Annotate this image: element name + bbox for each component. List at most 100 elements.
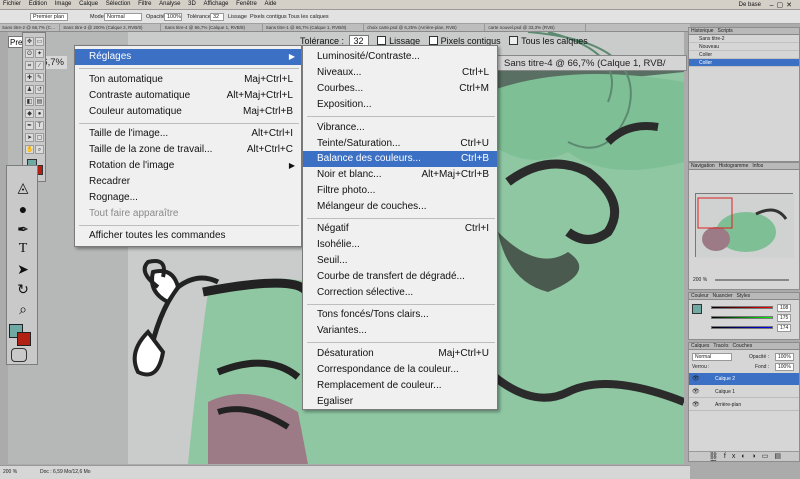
menu-item-exposition[interactable]: Exposition... [303, 97, 497, 113]
tab-carte-nouvel[interactable]: carte nouvel.psd @ 33,3% (RVB) [486, 24, 587, 31]
eraser-tool-icon[interactable]: ◧ [25, 97, 34, 106]
layer-row-arriere-plan[interactable]: Arrière-plan [689, 399, 799, 411]
eye-icon[interactable]: 👁 [692, 375, 700, 382]
menu-item-remplacement[interactable]: Remplacement de couleur... [303, 378, 497, 394]
layer-row-calque-2[interactable]: Calque 2 [689, 373, 799, 385]
tolerance-input[interactable]: 32 [210, 13, 224, 21]
lissage-checkbox[interactable]: Lissage [228, 14, 247, 20]
burn-tool-icon[interactable]: ● [12, 200, 34, 218]
menu-item-recadrer[interactable]: Recadrer [75, 174, 301, 190]
history-brush-icon[interactable]: ↺ [35, 85, 44, 94]
history-item-current[interactable]: Coller [689, 59, 799, 67]
hand-tool-icon[interactable]: ✋ [25, 145, 34, 154]
menu-item-vibrance[interactable]: Vibrance... [303, 120, 497, 136]
blur-tool-icon[interactable]: ◆ [25, 109, 34, 118]
dodge-tool-icon[interactable]: ● [35, 109, 44, 118]
navigator-zoom-value[interactable]: 200 % [693, 277, 707, 283]
menu-selection[interactable]: Sélection [103, 0, 134, 7]
paint-bucket-icon[interactable]: ◬ [12, 178, 34, 196]
shape-tool-icon[interactable]: ▢ [35, 133, 44, 142]
menu-item-taille-image[interactable]: Taille de l'image... Alt+Ctrl+I [75, 126, 301, 142]
crop-tool-icon[interactable]: ⌗ [25, 61, 34, 70]
zoom-tool-icon[interactable]: ⌕ [35, 145, 44, 154]
wand-tool-icon[interactable]: ✦ [35, 49, 44, 58]
3d-rotate-icon[interactable]: ↻ [12, 280, 34, 298]
history-item[interactable]: Sans titre-2 [689, 35, 799, 43]
tab-calques[interactable]: Calques [691, 343, 709, 349]
menu-aide[interactable]: Aide [261, 0, 279, 7]
red-slider[interactable] [711, 306, 773, 309]
fill-source-select[interactable]: Premier plan [30, 13, 68, 21]
menu-item-contraste-auto[interactable]: Contraste automatique Alt+Maj+Ctrl+L [75, 88, 301, 104]
blue-value[interactable]: 174 [777, 324, 792, 332]
menu-item-courbes[interactable]: Courbes... Ctrl+M [303, 81, 497, 97]
menu-item-egaliser[interactable]: Egaliser [303, 394, 497, 410]
type-tool-icon[interactable]: T [35, 121, 44, 130]
tab-couches[interactable]: Couches [732, 343, 752, 349]
menu-item-tons-fonces[interactable]: Tons foncés/Tons clairs... [303, 307, 497, 323]
workspace-label[interactable]: De base [736, 1, 764, 8]
menu-item-balance-couleurs[interactable]: Balance des couleurs... Ctrl+B [303, 151, 497, 167]
zoom-tool-icon-big[interactable]: ⌕ [12, 300, 34, 318]
tab-scripts[interactable]: Scripts [718, 28, 733, 34]
fill-input[interactable]: 100% [775, 363, 794, 371]
blue-slider[interactable] [711, 326, 773, 329]
tab-doc-2[interactable]: Sans titre-2 @ 66,7% (Calque... [0, 24, 60, 31]
red-value[interactable]: 108 [777, 304, 792, 312]
menu-analyse[interactable]: Analyse [156, 0, 183, 7]
tab-styles[interactable]: Styles [737, 293, 751, 299]
tab-doc-1[interactable]: Sans titre-1 @ 66,7% (Calque 1, RVB/8) [264, 24, 364, 31]
eyedropper-tool-icon[interactable]: ∕ [35, 61, 44, 70]
tous-calques-check-icon[interactable] [509, 36, 519, 45]
menu-edition[interactable]: Edition [26, 0, 50, 7]
menu-item-seuil[interactable]: Seuil... [303, 253, 497, 269]
quick-mask-icon[interactable] [11, 348, 27, 362]
menu-filtre[interactable]: Filtre [135, 0, 154, 7]
contigus-check-icon[interactable] [428, 36, 438, 45]
stamp-tool-icon[interactable]: ♟ [25, 85, 34, 94]
tab-historique[interactable]: Historique [691, 28, 714, 34]
move-tool-icon[interactable]: ✥ [25, 37, 34, 46]
menu-image[interactable]: Image [52, 0, 75, 7]
tous-calques-checkbox[interactable]: Tous les calques [288, 14, 329, 20]
path-selection-icon-big[interactable]: ➤ [12, 260, 34, 278]
menu-item-reglages[interactable]: Réglages ▶ [75, 49, 301, 65]
menu-affichage[interactable]: Affichage [201, 0, 232, 7]
pen-tool-icon[interactable]: ✒ [25, 121, 34, 130]
tab-doc-3[interactable]: Sans titre-3 @ 200% (Calque 2, RVB/8) [61, 24, 162, 31]
layer-opacity-input[interactable]: 100% [775, 353, 794, 361]
menu-fenetre[interactable]: Fenêtre [233, 0, 260, 7]
tab-histogramme[interactable]: Histogramme [719, 163, 749, 169]
eye-icon[interactable]: 👁 [692, 388, 700, 395]
menu-item-ton-auto[interactable]: Ton automatique Maj+Ctrl+L [75, 72, 301, 88]
menu-item-melangeur[interactable]: Mélangeur de couches... [303, 199, 497, 215]
menu-item-rognage[interactable]: Rognage... [75, 190, 301, 206]
lasso-tool-icon[interactable]: ʘ [25, 49, 34, 58]
menu-item-variantes[interactable]: Variantes... [303, 323, 497, 339]
type-tool-icon-big[interactable]: T [12, 240, 34, 258]
document-tab-zoomed[interactable]: Sans titre-4 @ 66,7% (Calque 1, RVB/ [497, 55, 687, 71]
menu-item-afficher-commandes[interactable]: Afficher toutes les commandes [75, 228, 301, 244]
menu-3d[interactable]: 3D [185, 0, 199, 7]
menu-calque[interactable]: Calque [76, 0, 101, 7]
tab-choix-carte[interactable]: choix carte.psd @ 6,25% (Arrière-plan, R… [365, 24, 486, 31]
history-item[interactable]: Coller [689, 51, 799, 59]
menu-item-isohelie[interactable]: Isohélie... [303, 237, 497, 253]
menu-item-filtre-photo[interactable]: Filtre photo... [303, 183, 497, 199]
mode-select[interactable]: Normal [104, 13, 142, 21]
gradient-tool-icon[interactable]: ▤ [35, 97, 44, 106]
layer-actions-bar[interactable]: ⛓fx◐◑▭▤🗑 [689, 451, 799, 461]
background-color-big[interactable] [17, 332, 31, 346]
tab-couleur[interactable]: Couleur [691, 293, 709, 299]
menu-item-niveaux[interactable]: Niveaux... Ctrl+L [303, 65, 497, 81]
menu-item-luminosite[interactable]: Luminosité/Contraste... [303, 49, 497, 65]
green-slider[interactable] [711, 316, 773, 319]
navigator-thumbnail[interactable] [695, 193, 794, 258]
lissage-check-icon[interactable] [377, 36, 387, 45]
window-controls[interactable]: –▢✕ [767, 0, 798, 9]
menu-item-noir-blanc[interactable]: Noir et blanc... Alt+Maj+Ctrl+B [303, 167, 497, 183]
menu-item-correspondance[interactable]: Correspondance de la couleur... [303, 362, 497, 378]
navigator-zoom-slider[interactable] [715, 279, 789, 281]
marquee-tool-icon[interactable]: ▭ [35, 37, 44, 46]
menu-item-teinte-saturation[interactable]: Teinte/Saturation... Ctrl+U [303, 136, 497, 152]
